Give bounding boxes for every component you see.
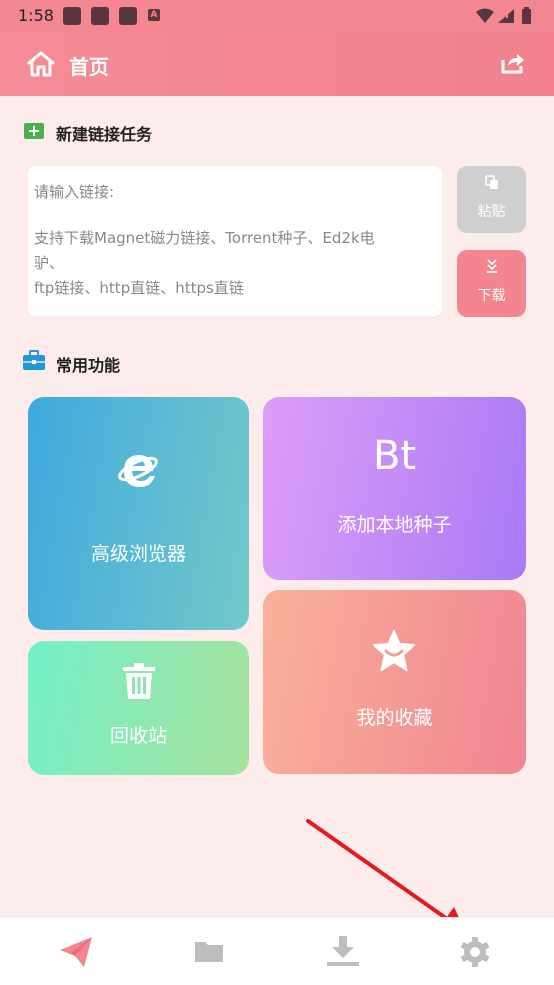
browser-label: 高级浏览器 [90, 543, 186, 565]
status-bar: 1:58 A [0, 0, 554, 32]
paste-label: 粘贴 [477, 204, 506, 220]
battery-icon [522, 7, 531, 24]
link-input[interactable]: 请输入链接: 支持下载Magnet磁力链接、Torrent种子、Ed2k电 驴、… [28, 166, 442, 316]
page-title: 首页 [69, 55, 109, 79]
recycle-bin-card[interactable]: 回收站 [28, 641, 249, 775]
double-chevron-down-icon [457, 258, 526, 278]
recycle-bin-label: 回收站 [109, 725, 167, 747]
link-input-hint: 支持下载Magnet磁力链接、Torrent种子、Ed2k电 [34, 229, 375, 247]
notification-a-icon: A [148, 9, 160, 21]
status-time: 1:58 [18, 6, 54, 25]
add-torrent-label: 添加本地种子 [337, 514, 452, 536]
download-button[interactable]: 下载 [457, 250, 526, 317]
folder-icon[interactable] [191, 934, 231, 974]
bottom-navigation [0, 917, 554, 985]
browser-card[interactable]: 高级浏览器 [28, 397, 249, 630]
home-icon[interactable] [26, 50, 56, 82]
favorites-card[interactable]: 我的收藏 [263, 590, 526, 774]
notification-icon [91, 7, 109, 25]
link-input-hint: ftp链接、http直链、https直链 [34, 279, 244, 297]
add-task-icon: + [24, 123, 44, 139]
new-task-title: 新建链接任务 [56, 125, 153, 144]
star-icon [372, 630, 416, 676]
settings-gear-icon[interactable] [457, 934, 497, 974]
link-input-hint: 驴、 [34, 254, 65, 272]
download-label: 下载 [477, 288, 506, 304]
copy-icon [457, 174, 526, 194]
bt-icon: Bt [372, 433, 417, 479]
share-icon[interactable] [500, 51, 526, 79]
add-torrent-card[interactable]: Bt 添加本地种子 [263, 397, 526, 580]
favorites-label: 我的收藏 [356, 707, 433, 729]
notification-icon [119, 7, 137, 25]
trash-icon [123, 663, 155, 703]
download-icon[interactable] [323, 934, 363, 974]
send-icon[interactable] [58, 934, 98, 974]
link-input-placeholder: 请输入链接: [34, 183, 115, 201]
ie-browser-icon [116, 445, 162, 495]
notification-icon [63, 7, 81, 25]
wifi-icon [476, 8, 494, 23]
briefcase-icon [22, 350, 46, 376]
paste-button[interactable]: 粘贴 [457, 166, 526, 233]
signal-icon [498, 9, 514, 23]
app-bar: 首页 [0, 32, 554, 96]
status-icons [474, 6, 542, 30]
features-title: 常用功能 [56, 356, 121, 375]
